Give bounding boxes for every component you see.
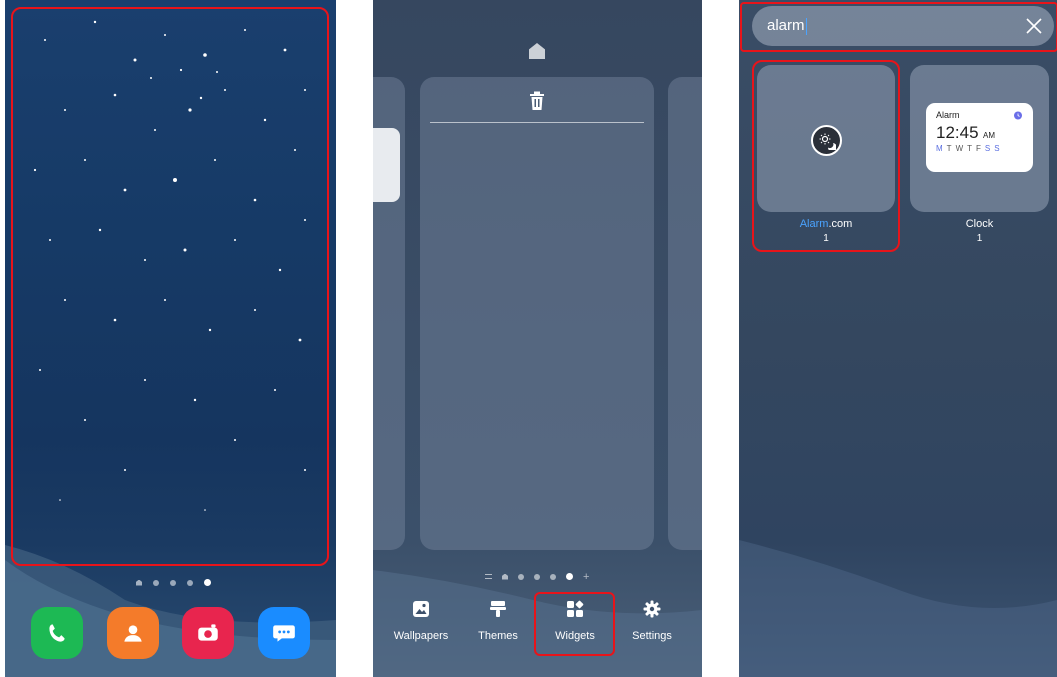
page-dot[interactable] — [518, 573, 524, 580]
widget-search-screen: alarm Alarm.com 1 Alarm 12:45 AM M T W T… — [739, 0, 1057, 677]
page-dot[interactable] — [170, 579, 176, 586]
page-indicator: + — [485, 571, 589, 582]
themes-label: Themes — [478, 630, 518, 642]
clock-widget-days: M T W T F S S — [936, 144, 1023, 153]
day-label: T — [967, 144, 973, 153]
day-label: M — [936, 144, 943, 153]
home-page-icon — [502, 573, 508, 580]
settings-button[interactable]: Settings — [617, 600, 687, 642]
phone-icon[interactable] — [30, 607, 83, 659]
page-dot-active[interactable] — [566, 573, 573, 580]
clock-count: 1 — [976, 233, 983, 244]
clock-widget-tile[interactable]: Alarm 12:45 AM M T W T F S S — [910, 65, 1049, 212]
add-page-icon[interactable]: + — [583, 571, 589, 582]
page-dot-active[interactable] — [204, 579, 211, 586]
clock-widget-time: 12:45 — [936, 123, 979, 142]
page-preview-left-widget — [373, 128, 400, 202]
wallpaper-highlight — [11, 7, 329, 566]
wallpapers-icon — [413, 601, 429, 617]
wallpapers-label: Wallpapers — [393, 630, 449, 642]
page-dot[interactable] — [550, 573, 556, 580]
page-dot[interactable] — [153, 579, 159, 586]
camera-icon[interactable] — [182, 607, 235, 659]
day-label: S — [984, 144, 991, 153]
widgets-highlight — [534, 592, 615, 656]
clock-widget-title: Alarm — [936, 110, 960, 120]
wallpapers-button[interactable]: Wallpapers — [386, 600, 456, 642]
clock-widget-ampm: AM — [983, 131, 995, 140]
home-screen — [5, 0, 336, 677]
contacts-icon[interactable] — [106, 607, 159, 659]
home-page-icon — [136, 579, 142, 586]
alarm-clock-icon — [1014, 111, 1022, 120]
delete-page-icon[interactable] — [528, 91, 546, 111]
home-edit-mode: + Wallpapers Themes Widgets Settings — [373, 0, 702, 677]
page-preview-current[interactable] — [420, 77, 654, 550]
menu-lines-icon — [485, 574, 492, 579]
day-label: F — [976, 144, 981, 153]
divider — [430, 122, 644, 123]
day-label: T — [946, 144, 952, 153]
alarm-com-highlight — [752, 60, 900, 252]
themes-icon — [490, 601, 506, 617]
themes-button[interactable]: Themes — [463, 600, 533, 642]
page-indicator — [136, 579, 211, 586]
day-label: W — [955, 144, 964, 153]
clock-label: Clock — [965, 218, 994, 230]
app-dock — [5, 607, 336, 659]
day-label: S — [994, 144, 1000, 153]
search-highlight — [740, 2, 1057, 52]
settings-icon — [643, 600, 661, 618]
page-dot[interactable] — [534, 573, 540, 580]
messages-icon[interactable] — [258, 607, 311, 659]
page-dot[interactable] — [187, 579, 193, 586]
clock-widget-preview: Alarm 12:45 AM M T W T F S S — [926, 103, 1033, 172]
settings-label: Settings — [632, 630, 672, 642]
page-preview-right[interactable] — [668, 77, 702, 550]
